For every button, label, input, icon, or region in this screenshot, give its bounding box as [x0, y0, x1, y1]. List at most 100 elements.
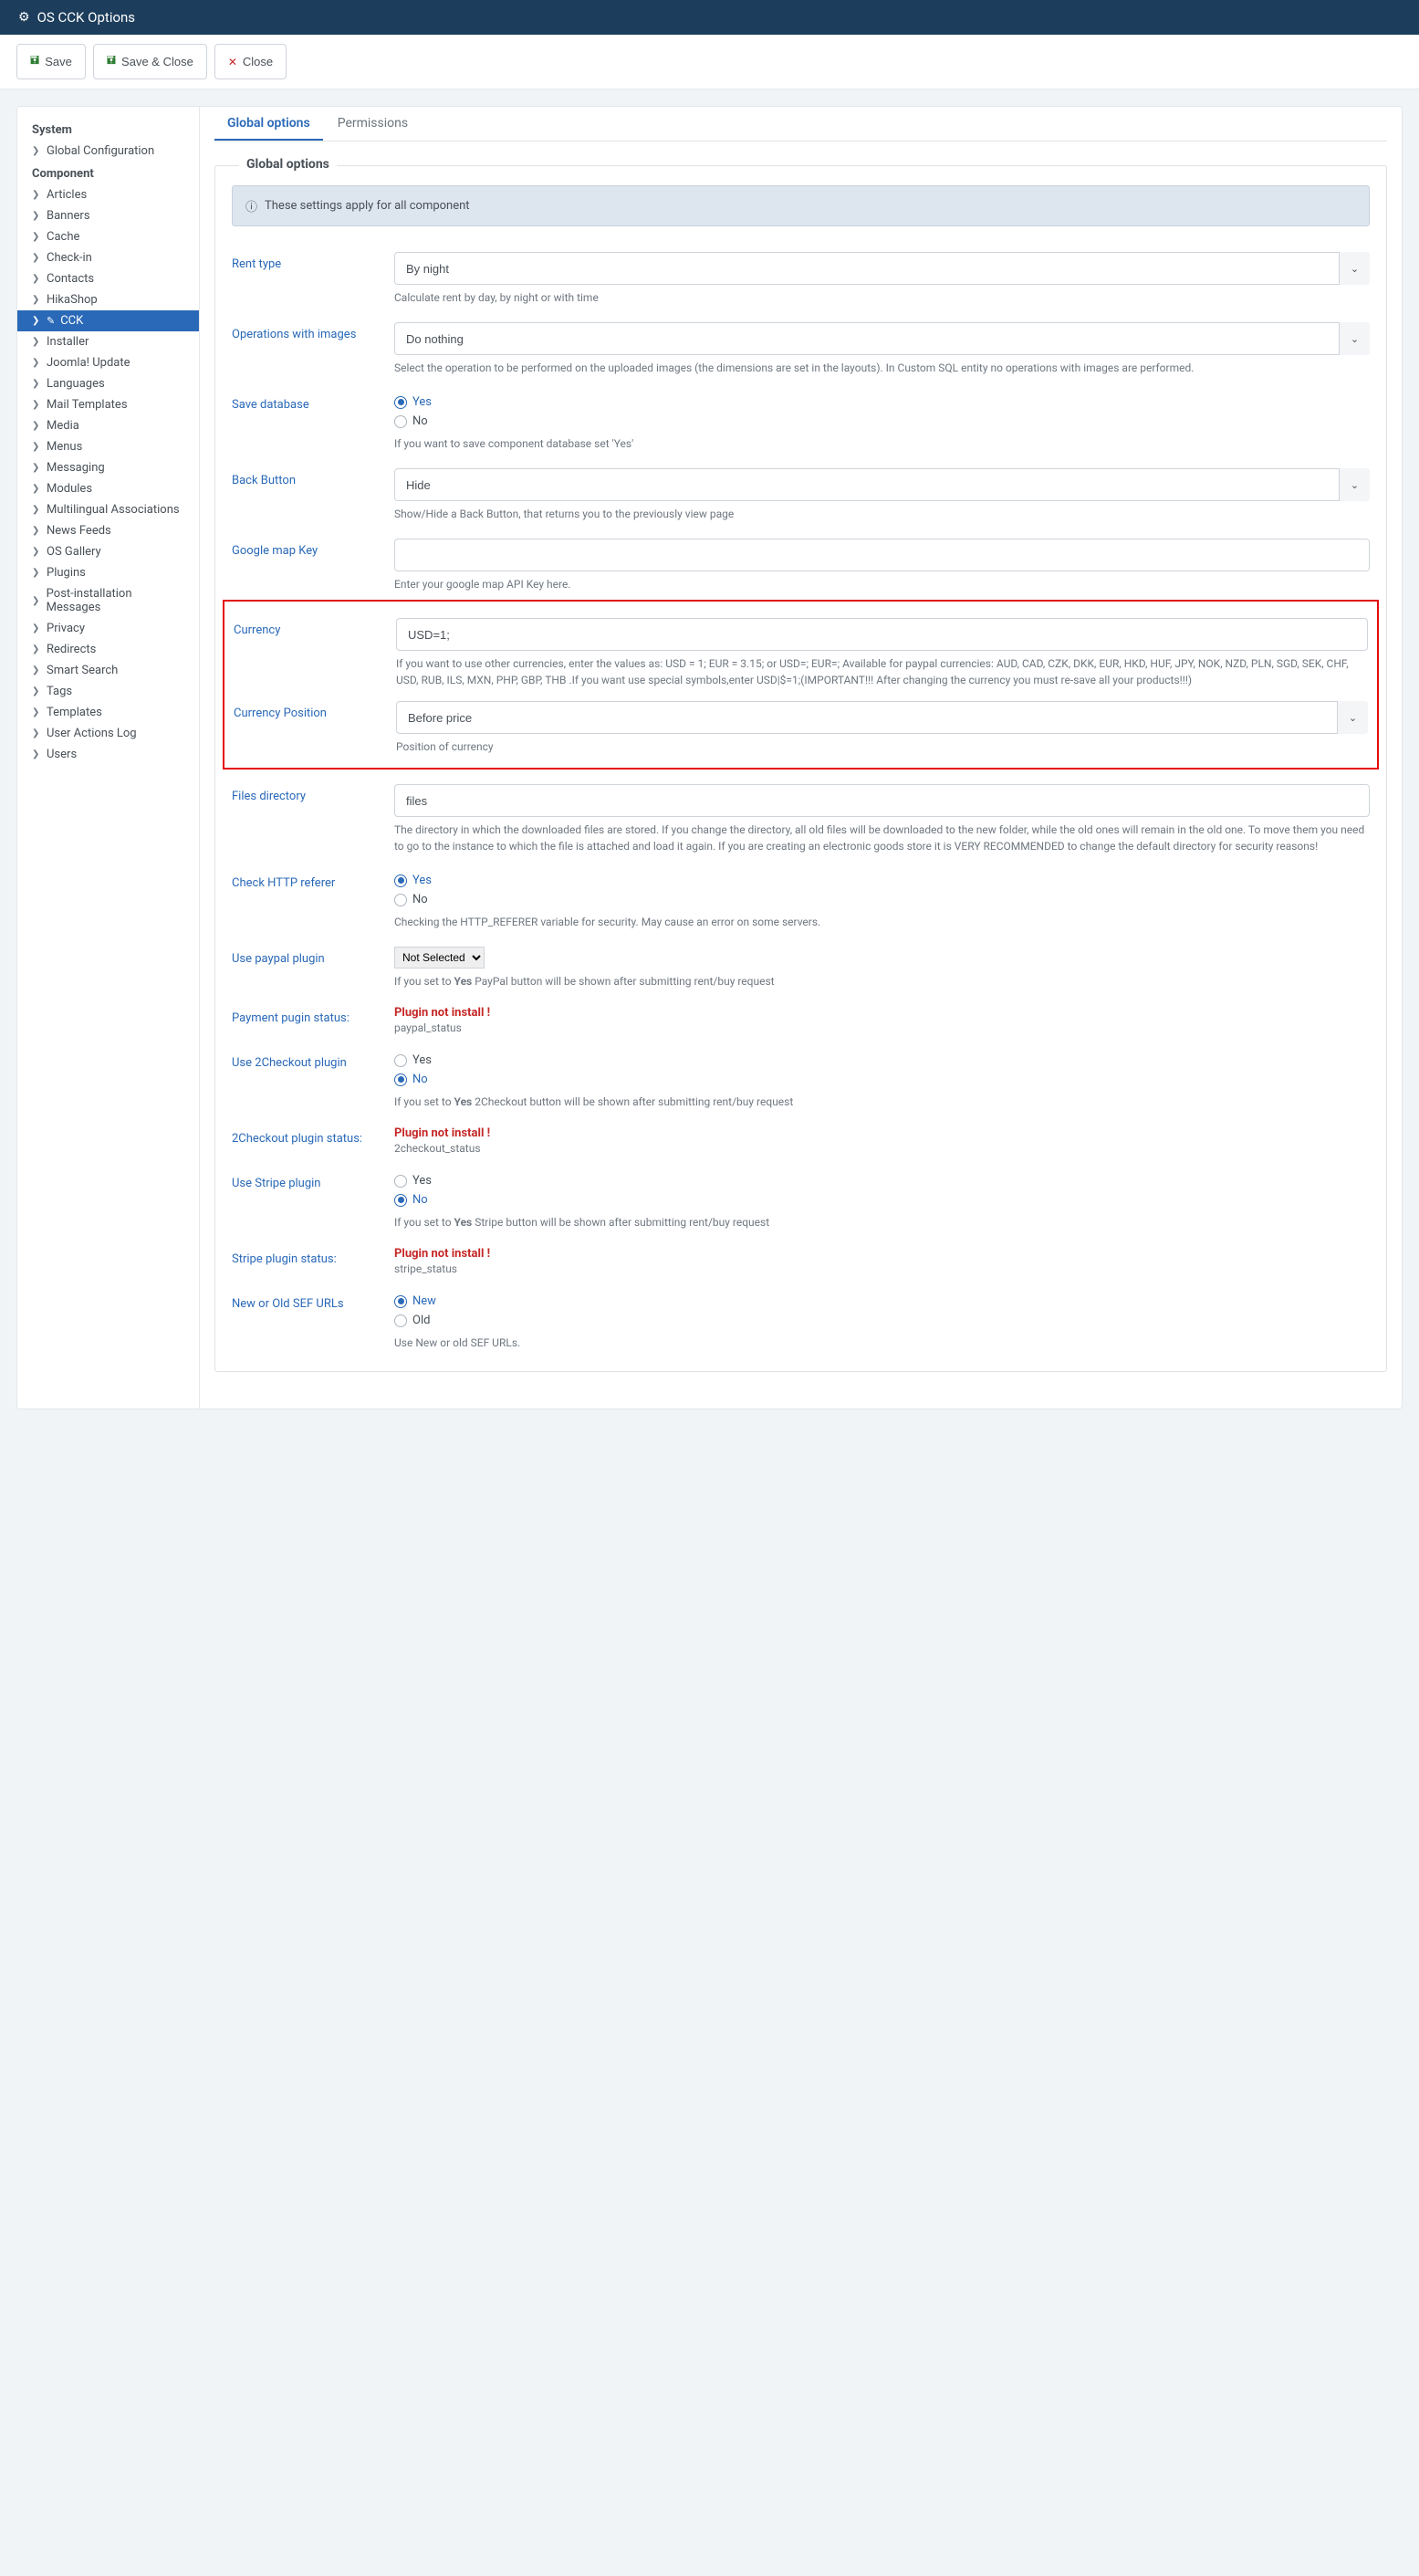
- http-ref-yes[interactable]: Yes: [394, 871, 1370, 890]
- sidebar-item-label: Mail Templates: [47, 398, 128, 412]
- 2checkout-yes[interactable]: Yes: [394, 1051, 1370, 1070]
- chevron-right-icon: ❯: [32, 295, 41, 305]
- label-rent-type[interactable]: Rent type: [232, 252, 385, 271]
- close-button[interactable]: ✕Close: [214, 44, 287, 79]
- sidebar-item[interactable]: ❯Check-in: [17, 247, 199, 268]
- sidebar-item[interactable]: ❯Templates: [17, 702, 199, 723]
- label-save-db[interactable]: Save database: [232, 393, 385, 412]
- payment-status-warn: Plugin not install !: [394, 1006, 1370, 1020]
- radio-icon: [394, 1194, 407, 1207]
- currency-position-select[interactable]: Before price ⌄: [396, 701, 1368, 734]
- chevron-right-icon: ❯: [32, 568, 41, 578]
- currency-input[interactable]: [396, 618, 1368, 651]
- sidebar-item[interactable]: ❯User Actions Log: [17, 723, 199, 744]
- save-db-no[interactable]: No: [394, 412, 1370, 431]
- label-stripe-status[interactable]: Stripe plugin status:: [232, 1247, 385, 1266]
- chevron-right-icon: ❯: [32, 358, 41, 368]
- sidebar-item[interactable]: ❯ Modules: [17, 478, 199, 499]
- label-op-images[interactable]: Operations with images: [232, 322, 385, 341]
- gmap-key-input[interactable]: [394, 539, 1370, 571]
- save-label: Save: [45, 55, 72, 68]
- label-use-stripe[interactable]: Use Stripe plugin: [232, 1171, 385, 1190]
- sidebar-item[interactable]: ❯Articles: [17, 184, 199, 205]
- help-save-db: If you want to save component database s…: [394, 435, 1370, 452]
- chevron-right-icon: ❯: [32, 749, 41, 759]
- label-currency[interactable]: Currency: [234, 618, 387, 637]
- sidebar-item[interactable]: ❯Installer: [17, 331, 199, 352]
- label-use-2checkout[interactable]: Use 2Checkout plugin: [232, 1051, 385, 1070]
- label-gmap-key[interactable]: Google map Key: [232, 539, 385, 558]
- close-icon: ✕: [228, 56, 237, 68]
- sidebar-item-label: Modules: [47, 482, 92, 496]
- sidebar-item-label: Media: [47, 419, 79, 433]
- sidebar-item[interactable]: ❯Cache: [17, 226, 199, 247]
- sidebar-item-label: Multilingual Associations: [47, 503, 180, 517]
- label-back-button[interactable]: Back Button: [232, 468, 385, 487]
- chevron-right-icon: ❯: [32, 421, 41, 431]
- sidebar-item[interactable]: ❯Mail Templates: [17, 394, 199, 415]
- label-payment-status[interactable]: Payment pugin status:: [232, 1006, 385, 1025]
- radio-icon: [394, 1073, 407, 1086]
- chevron-right-icon: ❯: [32, 526, 41, 536]
- sidebar-item-label: Joomla! Update: [47, 356, 130, 370]
- sef-new[interactable]: New: [394, 1292, 1370, 1311]
- save-close-button[interactable]: 🖬Save & Close: [93, 44, 207, 79]
- chevron-right-icon: ❯: [32, 547, 41, 557]
- label-files-directory[interactable]: Files directory: [232, 784, 385, 803]
- files-directory-input[interactable]: [394, 784, 1370, 817]
- label-currency-position[interactable]: Currency Position: [234, 701, 387, 720]
- sidebar-item[interactable]: ❯News Feeds: [17, 520, 199, 541]
- sidebar-item[interactable]: ❯HikaShop: [17, 289, 199, 310]
- sidebar-item[interactable]: ❯Contacts: [17, 268, 199, 289]
- sidebar-item[interactable]: ❯Users: [17, 744, 199, 765]
- label-http-referer[interactable]: Check HTTP referer: [232, 871, 385, 890]
- sidebar-item[interactable]: ❯ Plugins: [17, 562, 199, 583]
- sidebar-item[interactable]: ❯Banners: [17, 205, 199, 226]
- sidebar-item[interactable]: ❯Menus: [17, 436, 199, 457]
- save-button[interactable]: 🖬Save: [16, 44, 86, 79]
- chevron-right-icon: ❯: [32, 337, 41, 347]
- sidebar-item-label: Tags: [47, 685, 72, 698]
- http-ref-no[interactable]: No: [394, 890, 1370, 909]
- sidebar-item[interactable]: ❯Privacy: [17, 618, 199, 639]
- save-close-label: Save & Close: [121, 55, 193, 68]
- sidebar-item[interactable]: ❯ Media: [17, 415, 199, 436]
- back-button-select[interactable]: Hide ⌄: [394, 468, 1370, 501]
- tab-permissions[interactable]: Permissions: [325, 107, 421, 141]
- sidebar-item[interactable]: ❯Messaging: [17, 457, 199, 478]
- sidebar-item[interactable]: ❯ OS Gallery: [17, 541, 199, 562]
- help-sef: Use New or old SEF URLs.: [394, 1335, 1370, 1351]
- sidebar-item[interactable]: ❯Global Configuration: [17, 141, 199, 162]
- 2checkout-no[interactable]: No: [394, 1070, 1370, 1089]
- chevron-right-icon: ❯: [32, 484, 41, 494]
- sidebar-item[interactable]: ❯Redirects: [17, 639, 199, 660]
- label-2checkout-status[interactable]: 2Checkout plugin status:: [232, 1126, 385, 1146]
- sidebar-item-label: Check-in: [47, 251, 92, 265]
- sidebar-heading-component: Component: [17, 162, 199, 184]
- sidebar-item[interactable]: ❯✎CCK: [17, 310, 199, 331]
- sidebar-item[interactable]: ❯ Joomla! Update: [17, 352, 199, 373]
- sidebar-item[interactable]: ❯Smart Search: [17, 660, 199, 681]
- sidebar-item[interactable]: ❯Post-installation Messages: [17, 583, 199, 618]
- stripe-yes[interactable]: Yes: [394, 1171, 1370, 1190]
- radio-icon: [394, 894, 407, 906]
- rent-type-select[interactable]: By night ⌄: [394, 252, 1370, 285]
- chevron-right-icon: ❯: [32, 211, 41, 221]
- label-use-paypal[interactable]: Use paypal plugin: [232, 947, 385, 966]
- help-rent-type: Calculate rent by day, by night or with …: [394, 289, 1370, 306]
- save-db-yes[interactable]: Yes: [394, 393, 1370, 412]
- paypal-select[interactable]: Not Selected: [394, 947, 485, 969]
- op-images-select[interactable]: Do nothing ⌄: [394, 322, 1370, 355]
- chevron-right-icon: ❯: [32, 707, 41, 717]
- sidebar-item-label: OS Gallery: [47, 545, 101, 559]
- stripe-no[interactable]: No: [394, 1190, 1370, 1209]
- tab-global-options[interactable]: Global options: [214, 107, 323, 141]
- sef-old[interactable]: Old: [394, 1311, 1370, 1330]
- sidebar-item[interactable]: ❯Tags: [17, 681, 199, 702]
- sidebar-item-label: Plugins: [47, 566, 86, 580]
- sidebar-item-label: Smart Search: [47, 664, 118, 677]
- sidebar-item[interactable]: ❯Multilingual Associations: [17, 499, 199, 520]
- sidebar-item[interactable]: ❯Languages: [17, 373, 199, 394]
- label-sef-urls[interactable]: New or Old SEF URLs: [232, 1292, 385, 1311]
- radio-icon: [394, 1054, 407, 1067]
